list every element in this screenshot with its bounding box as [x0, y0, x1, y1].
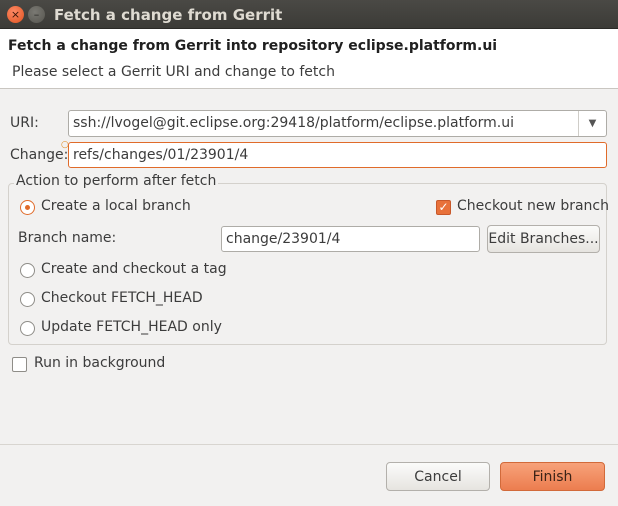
- checkmark-icon: ✓: [438, 200, 449, 214]
- run-in-background-label[interactable]: Run in background: [34, 355, 165, 371]
- wizard-page-title: Fetch a change from Gerrit into reposito…: [8, 38, 498, 54]
- create-checkout-tag-radio[interactable]: [20, 263, 35, 278]
- update-fetch-head-label[interactable]: Update FETCH_HEAD only: [41, 319, 222, 335]
- branch-name-input[interactable]: [221, 226, 480, 252]
- run-in-background-checkbox[interactable]: [12, 357, 27, 372]
- close-icon: ×: [10, 8, 21, 21]
- edit-branches-button[interactable]: Edit Branches...: [487, 225, 600, 253]
- change-input[interactable]: [68, 142, 607, 168]
- uri-label: URI:: [10, 115, 39, 131]
- minimize-icon: –: [33, 8, 40, 21]
- uri-value: ssh://lvogel@git.eclipse.org:29418/platf…: [73, 115, 514, 131]
- wizard-page-message: Please select a Gerrit URI and change to…: [12, 64, 335, 80]
- window-title: Fetch a change from Gerrit: [54, 6, 283, 24]
- branch-name-label: Branch name:: [18, 230, 117, 246]
- uri-combo[interactable]: ssh://lvogel@git.eclipse.org:29418/platf…: [68, 110, 607, 137]
- create-checkout-tag-label[interactable]: Create and checkout a tag: [41, 261, 227, 277]
- change-label: Change:: [10, 147, 69, 163]
- checkout-fetch-head-radio[interactable]: [20, 292, 35, 307]
- uri-dropdown-button[interactable]: ▼: [578, 111, 606, 136]
- checkout-fetch-head-label[interactable]: Checkout FETCH_HEAD: [41, 290, 203, 306]
- wizard-banner: Fetch a change from Gerrit into reposito…: [0, 29, 618, 89]
- checkout-new-branch-checkbox[interactable]: ✓: [436, 200, 451, 215]
- checkout-new-branch-label[interactable]: Checkout new branch: [457, 198, 609, 214]
- update-fetch-head-radio[interactable]: [20, 321, 35, 336]
- finish-button[interactable]: Finish: [500, 462, 605, 491]
- close-window-button[interactable]: ×: [7, 6, 24, 23]
- action-group-title: Action to perform after fetch: [14, 173, 219, 189]
- cancel-button[interactable]: Cancel: [386, 462, 490, 491]
- create-local-branch-label[interactable]: Create a local branch: [41, 198, 191, 214]
- chevron-down-icon: ▼: [588, 118, 597, 129]
- footer-separator: [0, 444, 618, 445]
- minimize-window-button[interactable]: –: [28, 6, 45, 23]
- create-local-branch-radio[interactable]: [20, 200, 35, 215]
- title-bar: × – Fetch a change from Gerrit: [0, 0, 618, 29]
